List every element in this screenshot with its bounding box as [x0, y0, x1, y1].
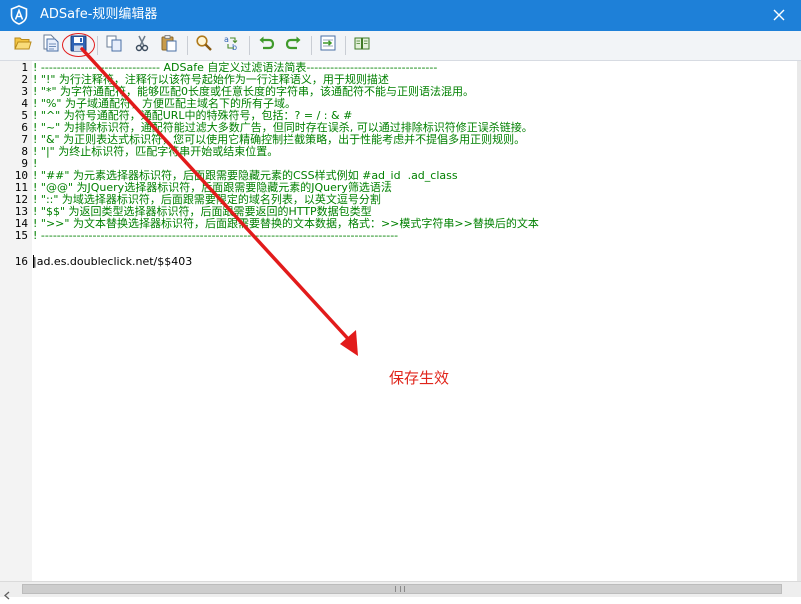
toolbar-separator [187, 36, 188, 55]
vertical-scrollbar[interactable] [797, 61, 801, 581]
help-book-icon [353, 34, 371, 56]
help-button[interactable] [351, 34, 373, 56]
annotation-label: 保存生效 [389, 369, 450, 387]
open-button[interactable] [12, 34, 34, 56]
toolbar-separator [345, 36, 346, 55]
svg-text:a: a [224, 35, 229, 44]
cut-button[interactable] [131, 34, 153, 56]
adsafe-shield-icon [9, 5, 29, 25]
code-line: ! --------------------------------------… [33, 229, 399, 242]
scrollbar-grip-icon [395, 586, 405, 592]
code-line-rule[interactable]: |ad.es.doubleclick.net/$$403 [33, 256, 192, 268]
goto-line-button[interactable] [317, 34, 339, 56]
cut-icon [133, 34, 151, 56]
undo-icon [257, 34, 275, 56]
undo-button[interactable] [255, 34, 277, 56]
new-document-icon [41, 34, 59, 56]
line-number: 15 [14, 229, 28, 242]
toolbar: ab [0, 31, 801, 61]
find-button[interactable] [193, 34, 215, 56]
paste-icon [160, 34, 178, 56]
close-button[interactable] [756, 0, 801, 31]
copy-icon [105, 34, 123, 56]
redo-button[interactable] [283, 34, 305, 56]
replace-icon: ab [223, 34, 241, 56]
goto-line-icon [319, 34, 337, 56]
copy-button[interactable] [103, 34, 125, 56]
close-icon [773, 6, 785, 25]
save-icon [70, 35, 87, 56]
scrollbar-thumb[interactable] [22, 584, 782, 594]
save-button[interactable] [67, 34, 89, 56]
new-button[interactable] [39, 34, 61, 56]
rule-editor[interactable]: 1 ! ------------------------------ ADSaf… [0, 61, 797, 581]
title-bar: ADSafe-规则编辑器 [0, 0, 801, 31]
window-title: ADSafe-规则编辑器 [40, 7, 158, 22]
toolbar-separator [97, 36, 98, 55]
scroll-left-arrow-icon[interactable] [3, 585, 12, 600]
redo-icon [285, 34, 303, 56]
horizontal-scrollbar[interactable] [0, 581, 801, 600]
find-icon [195, 34, 213, 56]
paste-button[interactable] [158, 34, 180, 56]
line-number: 16 [14, 255, 28, 268]
replace-button[interactable]: ab [221, 34, 243, 56]
toolbar-separator [249, 36, 250, 55]
code-line: ! "|" 为终止标识符，匹配字符串开始或结束位置。 [33, 145, 279, 158]
toolbar-separator [311, 36, 312, 55]
text-caret [33, 255, 34, 268]
open-folder-icon [14, 35, 32, 55]
